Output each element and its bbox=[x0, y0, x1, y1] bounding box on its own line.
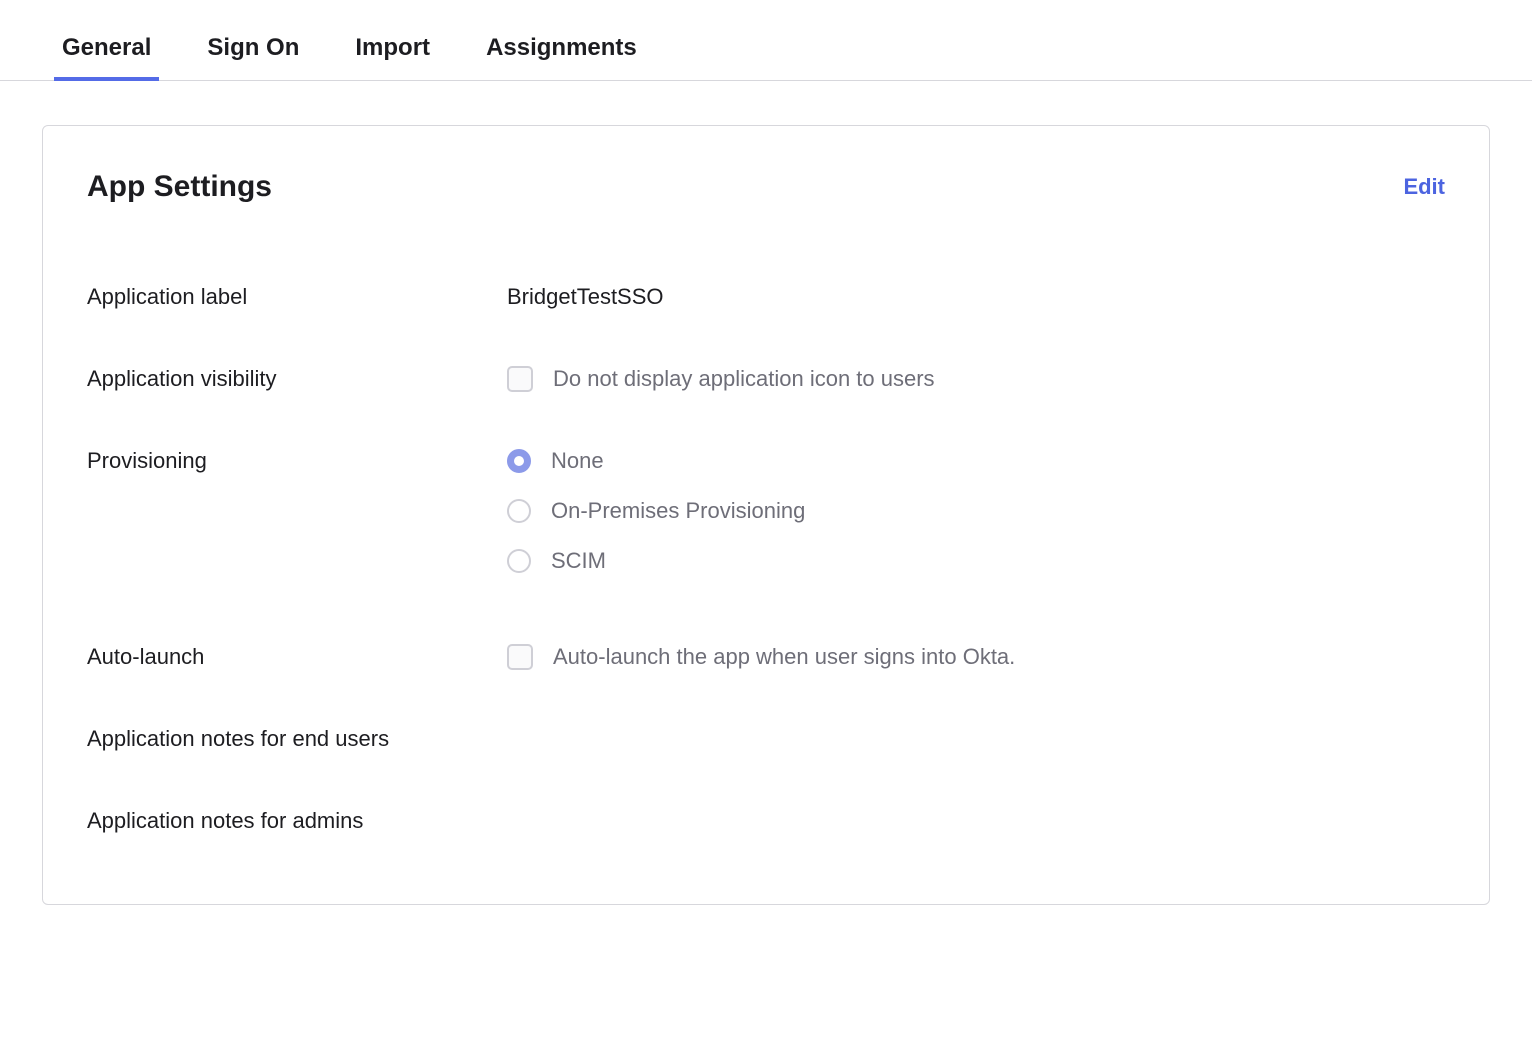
edit-button[interactable]: Edit bbox=[1403, 174, 1445, 200]
tab-assignments[interactable]: Assignments bbox=[486, 20, 637, 80]
tab-import[interactable]: Import bbox=[355, 20, 430, 80]
provisioning-radio-scim[interactable] bbox=[507, 549, 531, 573]
application-label-value: BridgetTestSSO bbox=[507, 284, 664, 310]
panel-title: App Settings bbox=[87, 170, 272, 204]
provisioning-radio-onprem[interactable] bbox=[507, 499, 531, 523]
application-visibility-label: Application visibility bbox=[87, 366, 507, 392]
tab-sign-on[interactable]: Sign On bbox=[207, 20, 299, 80]
provisioning-radio-none-label: None bbox=[551, 448, 604, 474]
app-settings-panel: App Settings Edit Application label Brid… bbox=[42, 125, 1490, 905]
tab-bar: General Sign On Import Assignments bbox=[0, 20, 1532, 81]
tab-general[interactable]: General bbox=[62, 20, 151, 80]
notes-end-users-label: Application notes for end users bbox=[87, 726, 507, 752]
auto-launch-checkbox[interactable] bbox=[507, 644, 533, 670]
provisioning-radio-scim-label: SCIM bbox=[551, 548, 606, 574]
application-label-label: Application label bbox=[87, 284, 507, 310]
notes-admins-label: Application notes for admins bbox=[87, 808, 507, 834]
auto-launch-checkbox-label: Auto-launch the app when user signs into… bbox=[553, 644, 1015, 670]
auto-launch-label: Auto-launch bbox=[87, 644, 507, 670]
visibility-checkbox-label: Do not display application icon to users bbox=[553, 366, 935, 392]
provisioning-radio-onprem-label: On-Premises Provisioning bbox=[551, 498, 805, 524]
provisioning-label: Provisioning bbox=[87, 448, 507, 474]
provisioning-radio-none[interactable] bbox=[507, 449, 531, 473]
visibility-checkbox[interactable] bbox=[507, 366, 533, 392]
